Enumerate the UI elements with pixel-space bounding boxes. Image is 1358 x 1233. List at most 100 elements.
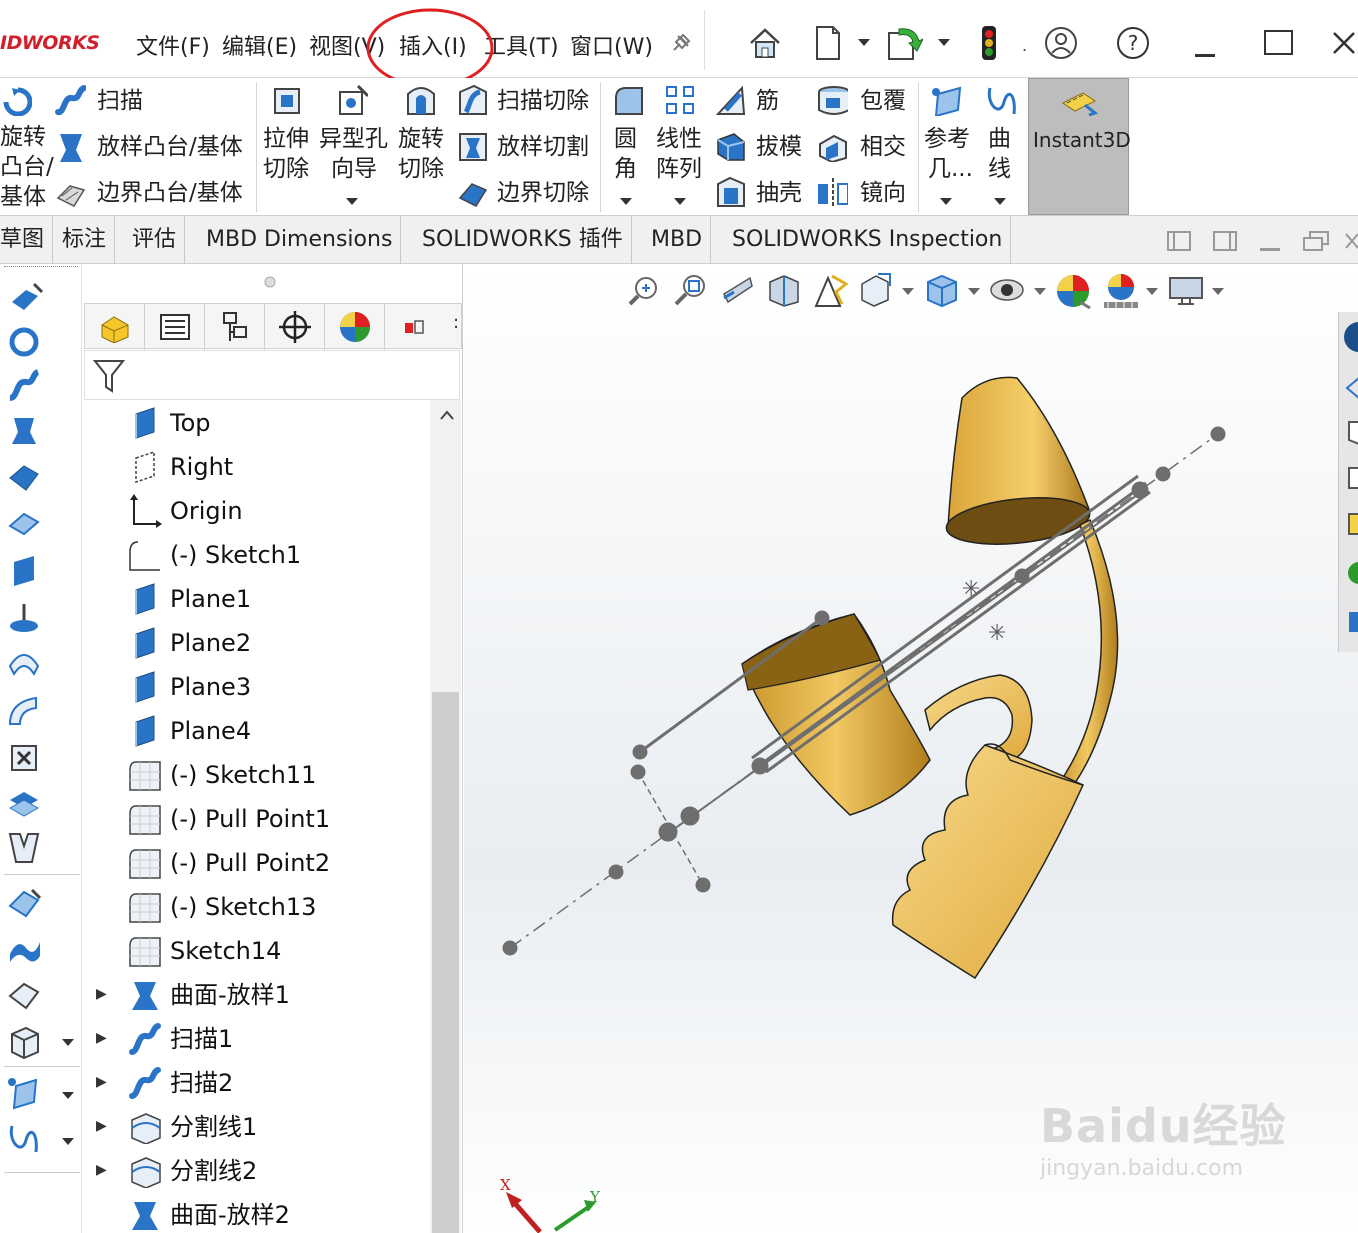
reference-geometry-icon[interactable] (930, 84, 962, 116)
tree-item[interactable]: Plane4 (170, 716, 251, 746)
reference-geometry-label-2[interactable]: 几... (928, 156, 973, 183)
model-grip-body[interactable] (891, 744, 1084, 980)
revolve-label-1[interactable]: 旋转 (0, 124, 46, 151)
trim-surface-icon[interactable] (6, 1024, 44, 1060)
shell-icon[interactable] (714, 176, 746, 208)
tab-markup[interactable]: 标注 (54, 216, 116, 264)
knit-surface-icon[interactable] (6, 978, 44, 1014)
close-icon[interactable] (1330, 22, 1358, 64)
tree-item[interactable]: Origin (170, 496, 243, 526)
instant3d-button[interactable]: Instant3D (1028, 78, 1131, 215)
expand-arrow-icon[interactable]: ▶ (96, 1074, 107, 1090)
delete-face-icon[interactable] (6, 740, 44, 776)
reference-geometry-label-1[interactable]: 参考 (924, 126, 970, 153)
tab-sketch[interactable]: 草图 (0, 216, 54, 264)
draft-icon[interactable] (714, 130, 746, 162)
tree-item[interactable]: 分割线1 (170, 1112, 257, 1142)
reference-geometry-icon[interactable] (6, 1074, 44, 1110)
lofted-cut-button[interactable]: 放样切割 (497, 134, 589, 161)
tree-item[interactable]: (-) Pull Point1 (170, 804, 330, 834)
chevron-down-icon[interactable] (994, 198, 1006, 206)
maximize-icon[interactable] (1260, 22, 1298, 64)
loft-surface-icon[interactable] (6, 694, 44, 730)
curves-icon[interactable] (6, 1122, 44, 1158)
tile-right-icon[interactable] (1212, 230, 1238, 252)
lofted-cut-icon[interactable] (456, 130, 488, 162)
tree-item[interactable]: 扫描1 (170, 1024, 233, 1054)
doc-close-icon[interactable] (1344, 230, 1358, 252)
shell-button[interactable]: 抽壳 (756, 180, 802, 207)
revolve-cut-icon[interactable] (404, 84, 436, 116)
intersect-button[interactable]: 相交 (860, 134, 906, 161)
tab-mbd[interactable]: MBD (643, 216, 712, 264)
configuration-manager-tab-icon[interactable] (205, 304, 265, 350)
linear-pattern-label-2[interactable]: 阵列 (656, 156, 702, 183)
tree-item[interactable]: (-) Pull Point2 (170, 848, 330, 878)
boundary-cut-icon[interactable] (456, 176, 488, 208)
tree-item[interactable]: (-) Sketch11 (170, 760, 316, 790)
expand-arrow-icon[interactable]: ▶ (96, 986, 107, 1002)
tree-filter[interactable] (84, 350, 460, 400)
revolve-label-3[interactable]: 基体 (0, 184, 46, 211)
feature-manager-tab-icon[interactable] (85, 304, 145, 350)
filter-icon[interactable] (93, 359, 125, 395)
split-surface-icon[interactable] (6, 830, 44, 866)
intersect-icon[interactable] (816, 130, 848, 162)
dimxpert-manager-tab-icon[interactable] (265, 304, 325, 350)
expand-arrow-icon[interactable]: ▶ (96, 1030, 107, 1046)
traffic-light-icon[interactable] (970, 22, 1008, 64)
tree-item[interactable]: Plane3 (170, 672, 251, 702)
boundary-boss-icon[interactable] (6, 460, 44, 496)
tab-evaluate[interactable]: 评估 (124, 216, 186, 264)
chevron-down-icon[interactable] (346, 198, 358, 206)
revolve-boss-icon[interactable] (0, 84, 32, 116)
rib-button[interactable]: 筋 (756, 88, 779, 115)
chevron-down-icon[interactable] (932, 22, 956, 64)
chevron-down-icon[interactable] (62, 1039, 74, 1047)
tree-item[interactable]: (-) Sketch1 (170, 540, 301, 570)
tree-item[interactable]: 曲面-放样1 (170, 980, 290, 1010)
offset-surface-icon[interactable] (6, 786, 44, 822)
help-icon[interactable]: ? (1114, 22, 1152, 64)
panel-handle-dot[interactable] (264, 276, 276, 288)
tab-solidworks-addins[interactable]: SOLIDWORKS 插件 (414, 216, 632, 264)
draft-button[interactable]: 拔模 (756, 134, 802, 161)
linear-pattern-label-1[interactable]: 线性 (656, 126, 702, 153)
mirror-button[interactable]: 镜向 (860, 180, 906, 207)
swept-cut-icon[interactable] (456, 84, 488, 116)
fillet-label-2[interactable]: 角 (614, 156, 637, 183)
doc-restore-icon[interactable] (1302, 230, 1332, 252)
loft-button[interactable]: 放样凸台/基体 (97, 134, 243, 161)
boundary-button[interactable]: 边界凸台/基体 (97, 180, 243, 207)
tab-mbd-dimensions[interactable]: MBD Dimensions (198, 216, 402, 264)
chevron-down-icon[interactable] (674, 198, 686, 206)
menu-file[interactable]: 文件(F) (136, 29, 210, 61)
minimize-icon[interactable] (1186, 22, 1224, 64)
tree-item[interactable]: Right (170, 452, 233, 482)
tree-item[interactable]: Plane2 (170, 628, 251, 658)
extrude-cut-icon[interactable] (270, 84, 302, 116)
extrude-cut-label-1[interactable]: 拉伸 (263, 126, 309, 153)
fillet-icon[interactable] (612, 84, 644, 116)
chevron-down-icon[interactable] (62, 1092, 74, 1100)
menu-edit[interactable]: 编辑(E) (222, 29, 297, 61)
thicken-icon[interactable] (6, 506, 44, 542)
chevron-down-icon[interactable] (940, 198, 952, 206)
revolve-cut-label-2[interactable]: 切除 (398, 156, 444, 183)
chevron-down-icon[interactable] (62, 1138, 74, 1146)
curves-label-1[interactable]: 曲 (988, 126, 1011, 153)
sweep-icon[interactable] (54, 84, 86, 116)
revolve-label-2[interactable]: 凸台/ (0, 154, 54, 181)
tile-left-icon[interactable] (1166, 230, 1192, 252)
chevron-down-icon[interactable] (620, 198, 632, 206)
home-icon[interactable] (746, 22, 784, 64)
boundary-boss-icon[interactable] (54, 176, 86, 208)
tree-item[interactable]: 曲面-放样2 (170, 1200, 290, 1230)
freeform-surface-icon[interactable] (6, 932, 44, 968)
wrap-button[interactable]: 包覆 (860, 88, 906, 115)
curves-icon[interactable] (984, 84, 1016, 116)
property-manager-tab-icon[interactable] (145, 304, 205, 350)
tree-item[interactable]: Plane1 (170, 584, 251, 614)
tree-item[interactable]: (-) Sketch13 (170, 892, 316, 922)
swept-cut-button[interactable]: 扫描切除 (497, 88, 589, 115)
